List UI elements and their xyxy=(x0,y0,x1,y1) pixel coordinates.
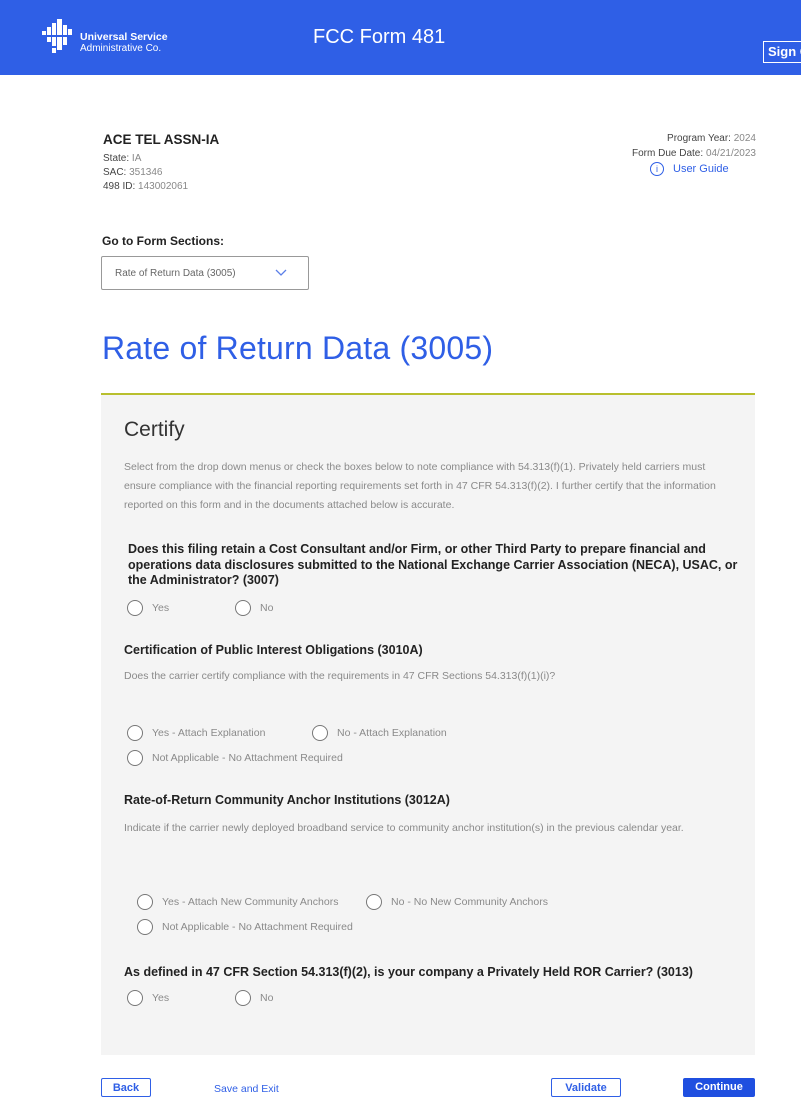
program-year-row: Program Year: 2024 xyxy=(667,133,756,144)
sac-label: SAC: xyxy=(103,167,127,178)
radio-label: No - No New Community Anchors xyxy=(391,896,548,908)
form-sections-select[interactable]: Rate of Return Data (3005) xyxy=(101,256,309,290)
radio-label: Yes xyxy=(152,992,170,1004)
radio-label: No xyxy=(260,992,274,1004)
radio-circle[interactable] xyxy=(127,990,143,1006)
radio-3012a-no[interactable]: No - No New Community Anchors xyxy=(366,894,548,910)
radio-circle[interactable] xyxy=(366,894,382,910)
state-label: State: xyxy=(103,153,130,164)
question-3010a-desc: Does the carrier certify compliance with… xyxy=(124,670,556,682)
logo-text: Universal Service Administrative Co. xyxy=(80,31,168,55)
form-sections-selected: Rate of Return Data (3005) xyxy=(115,268,236,279)
sac-value: 351346 xyxy=(129,167,163,178)
radio-circle[interactable] xyxy=(127,600,143,616)
user-guide-link[interactable]: i User Guide xyxy=(650,162,729,176)
sac-row: SAC: 351346 xyxy=(103,167,163,178)
back-button[interactable]: Back xyxy=(101,1078,151,1097)
due-date-label: Form Due Date: xyxy=(632,148,704,159)
id498-label: 498 ID: xyxy=(103,181,136,192)
program-year-value: 2024 xyxy=(733,133,756,144)
radio-circle[interactable] xyxy=(312,725,328,741)
certify-intro: Select from the drop down menus or check… xyxy=(124,461,716,511)
due-date-value: 04/21/2023 xyxy=(705,148,756,159)
radio-3007-yes[interactable]: Yes xyxy=(127,600,169,616)
validate-button[interactable]: Validate xyxy=(551,1078,621,1097)
radio-3012a-yes[interactable]: Yes - Attach New Community Anchors xyxy=(137,894,338,910)
certify-heading: Certify xyxy=(124,418,185,441)
radio-3010a-no[interactable]: No - Attach Explanation xyxy=(312,725,447,741)
radio-3013-yes[interactable]: Yes xyxy=(127,990,169,1006)
radio-3012a-na[interactable]: Not Applicable - No Attachment Required xyxy=(137,919,353,935)
radio-circle[interactable] xyxy=(235,600,251,616)
radio-label: Yes - Attach New Community Anchors xyxy=(162,896,339,908)
sign-out-button[interactable]: Sign Out xyxy=(763,41,801,63)
logo-line2: Administrative Co. xyxy=(80,43,162,54)
question-3012a-desc: Indicate if the carrier newly deployed b… xyxy=(124,822,684,834)
question-3007: Does this filing retain a Cost Consultan… xyxy=(128,542,738,587)
radio-3013-no[interactable]: No xyxy=(235,990,273,1006)
form-sections-label: Go to Form Sections: xyxy=(102,234,225,248)
state-value: IA xyxy=(131,153,142,164)
radio-label: Not Applicable - No Attachment Required xyxy=(162,921,353,933)
radio-label: Yes - Attach Explanation xyxy=(152,727,266,739)
info-icon: i xyxy=(650,162,664,176)
radio-circle[interactable] xyxy=(127,750,143,766)
radio-3007-no[interactable]: No xyxy=(235,600,273,616)
page-title: Rate of Return Data (3005) xyxy=(102,330,494,366)
user-guide-label: User Guide xyxy=(673,163,729,175)
question-3012a-title: Rate-of-Return Community Anchor Institut… xyxy=(124,793,450,807)
question-3013: As defined in 47 CFR Section 54.313(f)(2… xyxy=(124,965,693,979)
question-3010a-title: Certification of Public Interest Obligat… xyxy=(124,643,423,657)
radio-label: No - Attach Explanation xyxy=(337,727,447,739)
continue-button[interactable]: Continue xyxy=(683,1078,755,1097)
due-date-row: Form Due Date: 04/21/2023 xyxy=(632,148,756,159)
radio-3010a-yes[interactable]: Yes - Attach Explanation xyxy=(127,725,265,741)
radio-circle[interactable] xyxy=(137,894,153,910)
chevron-down-icon xyxy=(275,269,287,276)
radio-circle[interactable] xyxy=(127,725,143,741)
radio-label: Not Applicable - No Attachment Required xyxy=(152,752,343,764)
id498-value: 143002061 xyxy=(138,181,189,192)
logo-line1: Universal Service xyxy=(80,31,168,43)
radio-3010a-na[interactable]: Not Applicable - No Attachment Required xyxy=(127,750,343,766)
state-row: State: IA xyxy=(103,153,141,164)
program-year-label: Program Year: xyxy=(667,133,731,144)
radio-label: No xyxy=(260,602,274,614)
app-title: FCC Form 481 xyxy=(313,26,446,48)
top-header: Universal Service Administrative Co. FCC… xyxy=(0,0,801,75)
save-and-exit-link[interactable]: Save and Exit xyxy=(214,1083,279,1095)
company-name: ACE TEL ASSN-IA xyxy=(103,132,220,147)
radio-label: Yes xyxy=(152,602,170,614)
radio-circle[interactable] xyxy=(137,919,153,935)
radio-circle[interactable] xyxy=(235,990,251,1006)
id498-row: 498 ID: 143002061 xyxy=(103,181,188,192)
